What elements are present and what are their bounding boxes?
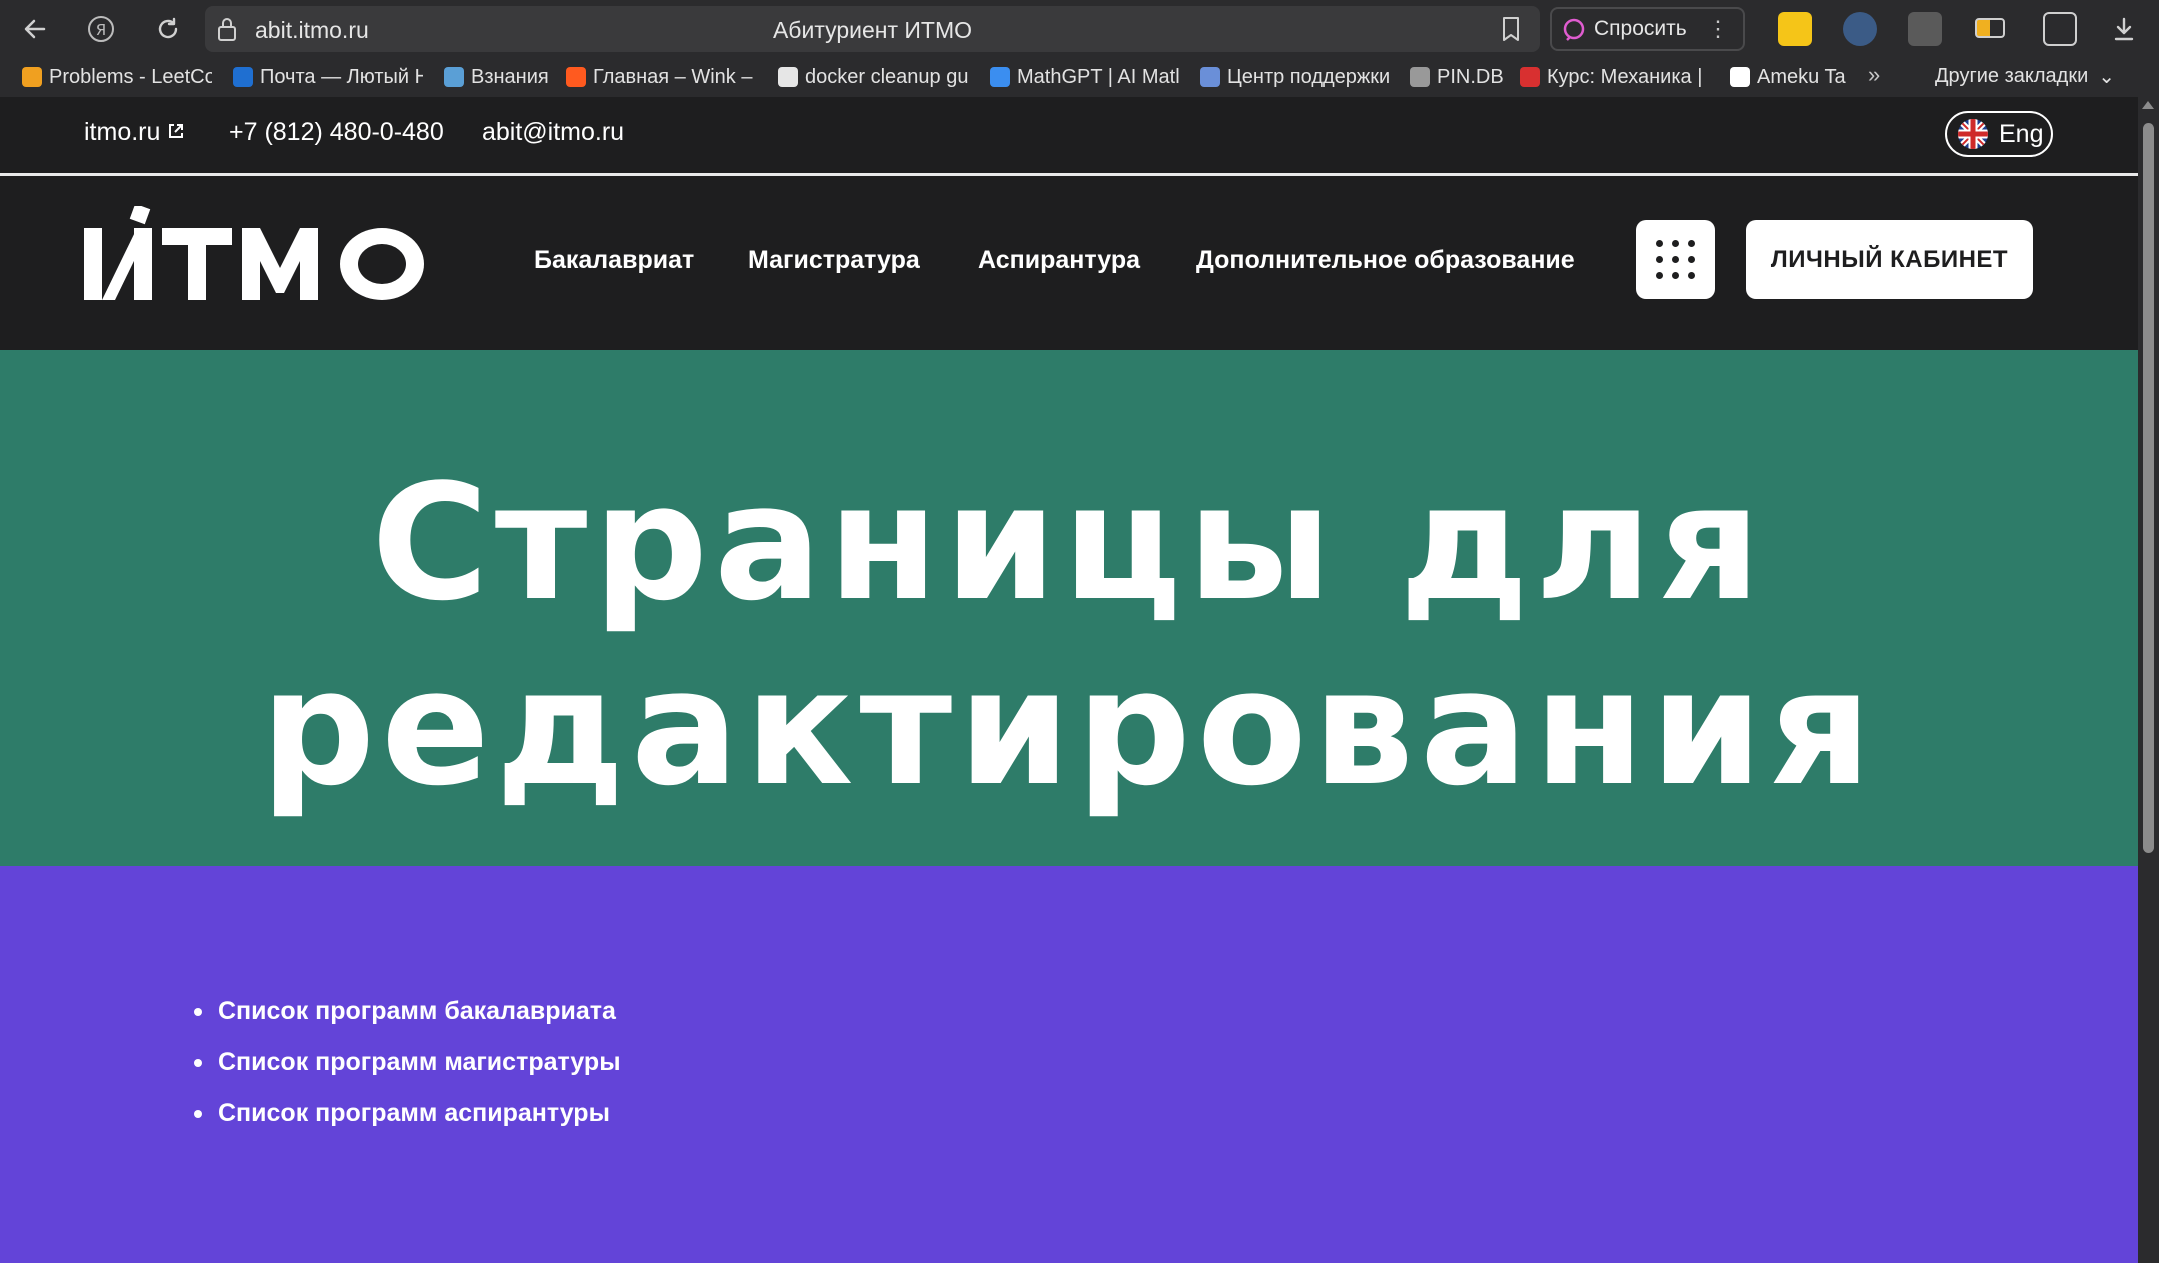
downloads-icon[interactable]: [2106, 11, 2142, 47]
program-list: Список программ бакалавриата Список прог…: [190, 986, 621, 1139]
program-link-master[interactable]: Список программ магистратуры: [190, 1037, 621, 1088]
email-link[interactable]: abit@itmo.ru: [482, 118, 624, 147]
program-link-bachelor[interactable]: Список программ бакалавриата: [190, 986, 621, 1037]
grid-dot: [1672, 272, 1679, 279]
itmo-logo[interactable]: [82, 203, 434, 311]
back-icon[interactable]: [17, 11, 53, 47]
language-label: Eng: [1999, 119, 2044, 148]
other-bookmarks-label: Другие закладки: [1935, 65, 2089, 87]
hero-title-line2: редактирования: [260, 634, 1878, 821]
itmo-site-link[interactable]: itmo.ru: [84, 118, 185, 147]
other-bookmarks-button[interactable]: Другие закладки ⌄: [1935, 64, 2115, 89]
grid-dot: [1688, 256, 1695, 263]
hero-title: Страницы для редактирования: [0, 450, 2138, 820]
bookmark-icon[interactable]: [1500, 15, 1522, 48]
services-grid-button[interactable]: [1636, 220, 1715, 299]
bookmark-item[interactable]: MathGPT | AI Matl: [990, 64, 1180, 90]
bookmark-item[interactable]: Почта — Лютый Н: [233, 64, 423, 90]
mathgpt-icon: [990, 67, 1010, 87]
bookmark-label: Курс: Механика |: [1547, 65, 1703, 88]
reload-icon[interactable]: [150, 11, 186, 47]
github-icon: [778, 67, 798, 87]
ask-label: Спросить: [1594, 17, 1687, 40]
extensions-icon[interactable]: [2043, 12, 2077, 46]
scroll-up-arrow[interactable]: [2142, 101, 2154, 109]
pdb-icon: [1410, 67, 1430, 87]
grid-dot: [1688, 240, 1695, 247]
svg-text:Я: Я: [96, 21, 106, 39]
bookmark-item[interactable]: docker cleanup gu: [778, 64, 968, 90]
bookmark-label: Главная – Wink –: [593, 65, 753, 88]
alice-icon: [1563, 18, 1585, 41]
page: itmo.ru +7 (812) 480-0-480 abit@itmo.ru …: [0, 97, 2138, 1263]
bookmarks-overflow-button[interactable]: »: [1868, 62, 1880, 88]
yandex-icon[interactable]: Я: [83, 11, 119, 47]
nav-additional-education[interactable]: Дополнительное образование: [1196, 246, 1575, 275]
bookmark-item[interactable]: Problems - LeetCo: [22, 64, 212, 90]
uk-flag-icon: [1958, 119, 1988, 149]
bookmark-item[interactable]: Главная – Wink –: [566, 64, 756, 90]
bookmark-label: Почта — Лютый Н: [260, 65, 423, 88]
tab-title: Абитуриент ИТМО: [772, 17, 973, 43]
grid-dot: [1656, 256, 1663, 263]
wink-icon: [566, 67, 586, 87]
outlook-icon: [233, 67, 253, 87]
phone-link[interactable]: +7 (812) 480-0-480: [229, 118, 444, 147]
bookmark-label: Ameku Ta: [1757, 65, 1846, 88]
bookmark-label: PIN.DB: [1437, 65, 1504, 88]
itmo-logo-image: [84, 203, 424, 300]
address-bar[interactable]: abit.itmo.ru Абитуриент ИТМО: [205, 6, 1540, 52]
bookmark-label: Центр поддержки: [1227, 65, 1390, 88]
bookmark-item[interactable]: Ameku Ta: [1730, 64, 1850, 90]
bookmark-item[interactable]: Взнания: [444, 64, 554, 90]
grid-dot: [1688, 272, 1695, 279]
external-link-icon: [169, 124, 184, 138]
personal-account-button[interactable]: ЛИЧНЫЙ КАБИНЕТ: [1746, 220, 2033, 299]
lock-icon: [215, 15, 239, 48]
bookmark-label: docker cleanup gu: [805, 65, 968, 88]
bookmark-label: Взнания: [471, 65, 549, 88]
battery-icon[interactable]: [1975, 18, 2005, 38]
nav-master[interactable]: Магистратура: [748, 246, 920, 275]
top-contact-bar: itmo.ru +7 (812) 480-0-480 abit@itmo.ru …: [0, 97, 2138, 176]
itmo-site-label: itmo.ru: [84, 118, 161, 146]
bookmarks-bar: Problems - LeetCo Почта — Лютый Н Взнания Г…: [0, 58, 2159, 97]
grid-dot: [1656, 240, 1663, 247]
more-vert-icon[interactable]: ⋮: [1707, 16, 1729, 42]
chevron-down-icon: ⌄: [2098, 66, 2116, 88]
gitzip-icon[interactable]: [1908, 12, 1942, 46]
ask-alice-button[interactable]: Спросить ⋮: [1550, 7, 1745, 51]
hero-section: Страницы для редактирования: [0, 350, 2138, 866]
ameku-icon: [1730, 67, 1750, 87]
support-icon: [1200, 67, 1220, 87]
hero-title-line1: Страницы для: [371, 449, 1767, 636]
program-link-phd[interactable]: Список программ аспирантуры: [190, 1088, 621, 1139]
grid-dot: [1672, 256, 1679, 263]
programs-section: Список программ бакалавриата Список прог…: [0, 866, 2138, 1263]
bookmark-label: Problems - LeetCo: [49, 65, 212, 88]
nav-bachelor[interactable]: Бакалавриат: [534, 246, 694, 275]
scrollbar-thumb[interactable]: [2143, 123, 2154, 853]
extension-yellow-icon[interactable]: [1778, 12, 1812, 46]
grid-dot: [1672, 240, 1679, 247]
globe-icon: [444, 67, 464, 87]
browser-toolbar: Я abit.itmo.ru Абитуриент ИТМО Спросить …: [0, 0, 2159, 58]
grid-dot: [1656, 272, 1663, 279]
main-navbar: Бакалавриат Магистратура Аспирантура Доп…: [0, 176, 2138, 350]
course-icon: [1520, 67, 1540, 87]
bookmark-label: MathGPT | AI Matl: [1017, 65, 1180, 88]
bookmark-item[interactable]: Центр поддержки: [1200, 64, 1390, 90]
address-url[interactable]: abit.itmo.ru: [255, 17, 369, 44]
leetcode-icon: [22, 67, 42, 87]
bookmark-item[interactable]: PIN.DB: [1410, 64, 1505, 90]
bookmark-item[interactable]: Курс: Механика |: [1520, 64, 1710, 90]
page-scrollbar[interactable]: [2138, 97, 2159, 1263]
nav-phd[interactable]: Аспирантура: [978, 246, 1140, 275]
language-switch-button[interactable]: Eng: [1945, 111, 2053, 157]
extension-blue-icon[interactable]: [1843, 12, 1877, 46]
